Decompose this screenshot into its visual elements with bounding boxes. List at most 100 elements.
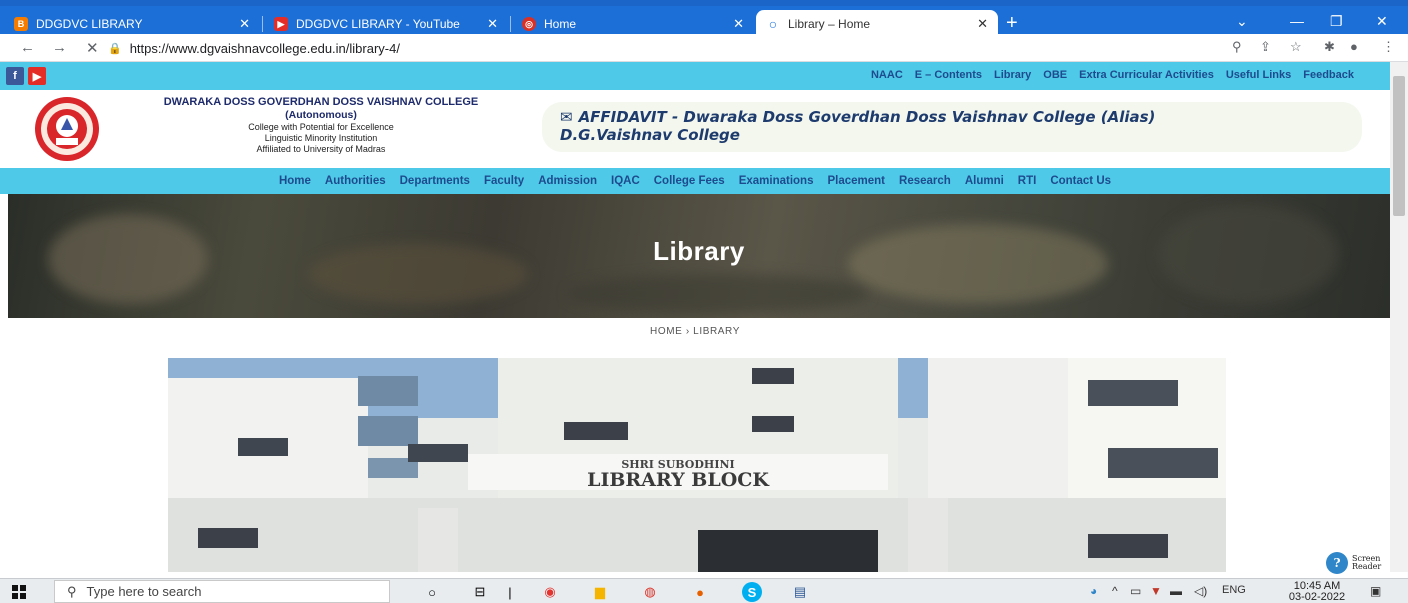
window-close-icon[interactable]: ✕: [1376, 13, 1388, 30]
back-icon[interactable]: ←: [20, 39, 35, 56]
menu-kebab-icon[interactable]: ⋮: [1382, 39, 1395, 55]
file-explorer-icon[interactable]: ▆: [590, 582, 610, 602]
clock-date: 03-02-2022: [1288, 591, 1346, 603]
share-icon[interactable]: ⇪: [1260, 39, 1271, 55]
tab-title: Home: [544, 17, 577, 31]
windows-taskbar: ⚲ Type here to search ○ ⊟ | ◉ ▆ ◍ ● S ▤ …: [0, 578, 1408, 603]
top-link-extra-curricular[interactable]: Extra Curricular Activities: [1079, 69, 1214, 81]
close-icon[interactable]: ✕: [487, 16, 498, 32]
url-field[interactable]: 🔒 https://www.dgvaishnavcollege.edu.in/l…: [108, 38, 1278, 58]
show-hidden-icons-chevron[interactable]: ^: [1112, 584, 1118, 598]
top-bar: f ▶ NAAC E – Contents Library OBE Extra …: [0, 62, 1390, 90]
windows-start-icon[interactable]: [12, 585, 26, 599]
college-name: DWARAKA DOSS GOVERDHAN DOSS VAISHNAV COL…: [163, 96, 479, 108]
blogger-icon: B: [14, 17, 28, 31]
top-link-naac[interactable]: NAAC: [871, 69, 903, 81]
nav-research[interactable]: Research: [899, 175, 951, 187]
skype-icon[interactable]: S: [742, 582, 762, 602]
browser-tab-strip: B DDGDVC LIBRARY ✕ ▶ DDGDVC LIBRARY - Yo…: [0, 0, 1408, 38]
youtube-icon[interactable]: ▶: [28, 67, 46, 85]
close-icon[interactable]: ✕: [977, 16, 988, 32]
scrollbar-thumb[interactable]: [1393, 76, 1405, 216]
photo-sign-line-2: LIBRARY BLOCK: [587, 469, 770, 491]
nav-contact-us[interactable]: Contact Us: [1050, 175, 1111, 187]
breadcrumb: HOME › LIBRARY: [0, 326, 1390, 337]
tab-title: DDGDVC LIBRARY - YouTube: [296, 17, 460, 31]
minimize-icon[interactable]: —: [1290, 13, 1304, 29]
nav-college-fees[interactable]: College Fees: [654, 175, 725, 187]
antivirus-icon[interactable]: ▼: [1150, 584, 1162, 598]
app-icon[interactable]: ◍: [640, 582, 660, 602]
top-link-feedback[interactable]: Feedback: [1303, 69, 1354, 81]
taskbar-search-input[interactable]: ⚲ Type here to search: [54, 580, 390, 603]
profile-icon[interactable]: ●: [1350, 39, 1358, 54]
nav-authorities[interactable]: Authorities: [325, 175, 386, 187]
restore-icon[interactable]: ❐: [1330, 13, 1343, 30]
college-title-block: DWARAKA DOSS GOVERDHAN DOSS VAISHNAV COL…: [112, 96, 530, 154]
screen-reader-widget[interactable]: ? Screen Reader: [1326, 552, 1381, 574]
top-link-obe[interactable]: OBE: [1043, 69, 1067, 81]
top-link-e-contents[interactable]: E – Contents: [915, 69, 982, 81]
webpage: f ▶ NAAC E – Contents Library OBE Extra …: [0, 62, 1390, 572]
close-icon[interactable]: ✕: [733, 16, 744, 32]
screen-reader-icon: ?: [1326, 552, 1348, 574]
stop-loading-icon[interactable]: ✕: [86, 39, 99, 57]
loading-spinner-icon: ○: [768, 16, 778, 32]
facebook-icon[interactable]: f: [6, 67, 24, 85]
breadcrumb-home[interactable]: HOME: [650, 326, 682, 337]
system-clock[interactable]: 10:45 AM 03-02-2022: [1286, 581, 1348, 603]
nav-admission[interactable]: Admission: [538, 175, 597, 187]
search-icon: ⚲: [67, 583, 77, 599]
taskbar-divider-icon: |: [508, 584, 512, 600]
nav-examinations[interactable]: Examinations: [739, 175, 814, 187]
network-app-icon[interactable]: ◕: [1090, 584, 1097, 598]
tab-separator: [262, 16, 263, 32]
college-tagline-3: Affiliated to University of Madras: [256, 144, 386, 154]
zoom-icon[interactable]: ⚲: [1232, 39, 1242, 55]
extensions-icon[interactable]: ✱: [1324, 39, 1335, 55]
forward-icon[interactable]: →: [52, 39, 67, 56]
top-link-useful-links[interactable]: Useful Links: [1226, 69, 1291, 81]
nav-rti[interactable]: RTI: [1018, 175, 1037, 187]
chrome-icon[interactable]: ◉: [540, 582, 560, 602]
college-autonomous: (Autonomous): [285, 109, 357, 121]
breadcrumb-current: LIBRARY: [693, 326, 740, 337]
page-banner: Library: [8, 194, 1390, 318]
tab-separator: [510, 16, 511, 32]
cortana-icon[interactable]: ○: [422, 582, 442, 602]
address-bar: ← → ✕ 🔒 https://www.dgvaishnavcollege.ed…: [0, 34, 1408, 62]
firefox-icon[interactable]: ●: [690, 582, 710, 602]
nav-departments[interactable]: Departments: [400, 175, 470, 187]
bookmark-star-icon[interactable]: ☆: [1290, 39, 1302, 55]
nav-alumni[interactable]: Alumni: [965, 175, 1004, 187]
top-link-library[interactable]: Library: [994, 69, 1031, 81]
tab-title: DDGDVC LIBRARY: [36, 17, 143, 31]
battery-icon[interactable]: ▬: [1170, 584, 1182, 598]
tab-search-icon[interactable]: ⌄: [1236, 13, 1248, 30]
language-indicator[interactable]: ENG: [1222, 584, 1246, 596]
nav-faculty[interactable]: Faculty: [484, 175, 524, 187]
close-icon[interactable]: ✕: [239, 16, 250, 32]
nav-home[interactable]: Home: [279, 175, 311, 187]
nav-iqac[interactable]: IQAC: [611, 175, 640, 187]
youtube-icon: ▶: [274, 17, 288, 31]
taskbar-search-placeholder: Type here to search: [86, 584, 202, 599]
affidavit-link[interactable]: ✉ AFFIDAVIT - Dwaraka Doss Goverdhan Doss…: [542, 102, 1362, 152]
page-scrollbar[interactable]: [1390, 62, 1408, 572]
chat-icon[interactable]: ▭: [1130, 584, 1141, 598]
affidavit-line-1: AFFIDAVIT - Dwaraka Doss Goverdhan Doss …: [578, 108, 1156, 126]
volume-icon[interactable]: ◁): [1194, 584, 1207, 598]
college-tagline-1: College with Potential for Excellence: [248, 122, 394, 132]
college-tagline-2: Linguistic Minority Institution: [264, 133, 378, 143]
screen-reader-label-2: Reader: [1352, 562, 1382, 571]
nav-placement[interactable]: Placement: [827, 175, 885, 187]
breadcrumb-separator: ›: [685, 326, 690, 337]
library-building-photo: SHRI SUBODHINI LIBRARY BLOCK: [168, 358, 1226, 572]
site-header: DWARAKA DOSS GOVERDHAN DOSS VAISHNAV COL…: [0, 90, 1390, 168]
notifications-icon[interactable]: ▣: [1370, 584, 1381, 598]
lock-icon: 🔒: [108, 42, 122, 55]
college-logo[interactable]: [34, 96, 100, 162]
task-view-icon[interactable]: ⊟: [470, 582, 490, 602]
new-tab-button[interactable]: +: [1006, 12, 1018, 35]
document-app-icon[interactable]: ▤: [790, 582, 810, 602]
